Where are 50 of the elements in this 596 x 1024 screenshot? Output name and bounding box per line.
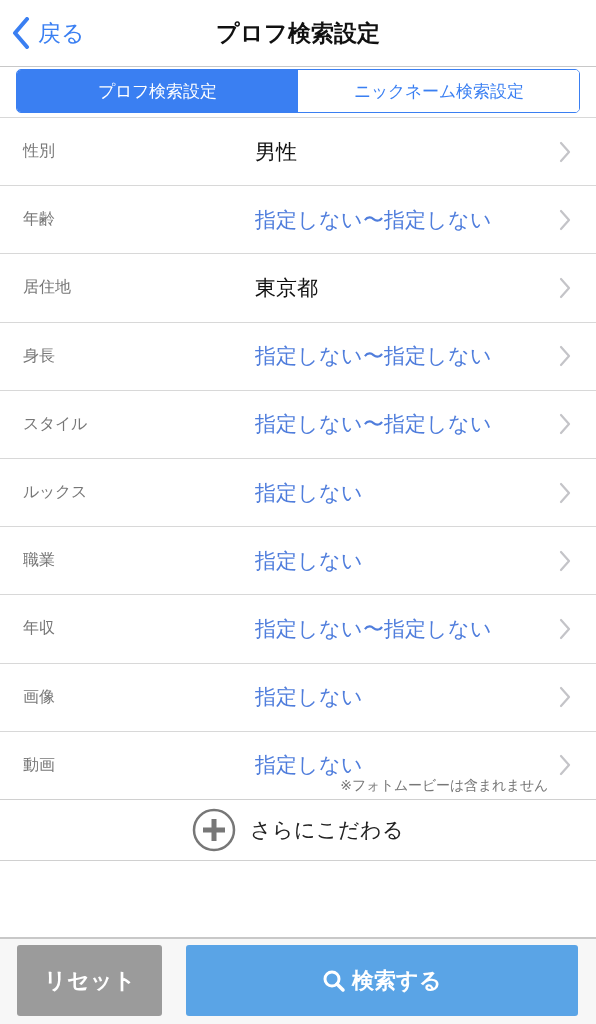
setting-row[interactable]: 年齢 指定しない〜指定しない bbox=[0, 185, 596, 254]
row-label: 職業 bbox=[23, 550, 56, 572]
chevron-icon bbox=[558, 481, 572, 504]
setting-row[interactable]: 動画 指定しない ※フォトムービーは含まれません bbox=[0, 730, 596, 799]
setting-row[interactable]: 性別 男性 bbox=[0, 117, 596, 186]
back-button[interactable]: 戻る bbox=[12, 17, 85, 49]
row-label: 居住地 bbox=[23, 277, 72, 299]
row-value: 指定しない〜指定しない bbox=[255, 206, 492, 234]
setting-row[interactable]: ルックス 指定しない bbox=[0, 457, 596, 527]
row-value: 指定しない〜指定しない bbox=[255, 615, 492, 643]
row-value: 男性 bbox=[255, 138, 297, 166]
chevron-icon bbox=[558, 345, 572, 368]
row-value: 指定しない〜指定しない bbox=[255, 343, 492, 371]
setting-row[interactable]: スタイル 指定しない〜指定しない bbox=[0, 389, 596, 458]
plus-circle-icon bbox=[192, 807, 236, 852]
chevron-icon bbox=[558, 208, 572, 231]
row-value: 指定しない bbox=[255, 547, 363, 575]
row-label: 動画 bbox=[23, 754, 56, 776]
chevron-icon bbox=[558, 686, 572, 709]
row-value: 指定しない bbox=[255, 479, 363, 507]
chevron-icon bbox=[558, 413, 572, 436]
chevron-icon bbox=[558, 754, 572, 777]
setting-row[interactable]: 居住地 東京都 bbox=[0, 253, 596, 322]
row-label: ルックス bbox=[23, 482, 88, 504]
chevron-icon bbox=[558, 276, 572, 299]
row-label: 画像 bbox=[23, 686, 56, 708]
search-button[interactable]: 検索する bbox=[186, 945, 578, 1016]
row-value: 東京都 bbox=[255, 274, 318, 302]
chevron-icon bbox=[558, 549, 572, 572]
segment-tab[interactable]: プロフ検索設定 bbox=[17, 70, 298, 112]
row-label: 年収 bbox=[23, 618, 56, 640]
setting-row[interactable]: 年収 指定しない〜指定しない bbox=[0, 594, 596, 663]
chevron-icon bbox=[558, 617, 572, 640]
row-label: 性別 bbox=[23, 141, 56, 163]
setting-row[interactable]: 職業 指定しない bbox=[0, 526, 596, 595]
more-conditions-button[interactable]: さらにこだわる bbox=[0, 798, 596, 861]
setting-row[interactable]: 画像 指定しない bbox=[0, 662, 596, 731]
back-chevron-icon bbox=[12, 17, 30, 49]
row-label: 身長 bbox=[23, 345, 56, 367]
row-label: スタイル bbox=[23, 413, 88, 435]
reset-button[interactable]: リセット bbox=[17, 945, 162, 1016]
row-value: 指定しない bbox=[255, 684, 363, 712]
chevron-icon bbox=[558, 140, 572, 163]
search-icon bbox=[322, 968, 346, 993]
row-value: 指定しない bbox=[255, 752, 363, 780]
screen-title: プロフ検索設定 bbox=[216, 19, 380, 46]
row-label: 年齢 bbox=[23, 209, 56, 231]
row-value: 指定しない〜指定しない bbox=[255, 411, 492, 439]
setting-row[interactable]: 身長 指定しない〜指定しない bbox=[0, 321, 596, 390]
row-note: ※フォトムービーは含まれません bbox=[340, 777, 548, 796]
